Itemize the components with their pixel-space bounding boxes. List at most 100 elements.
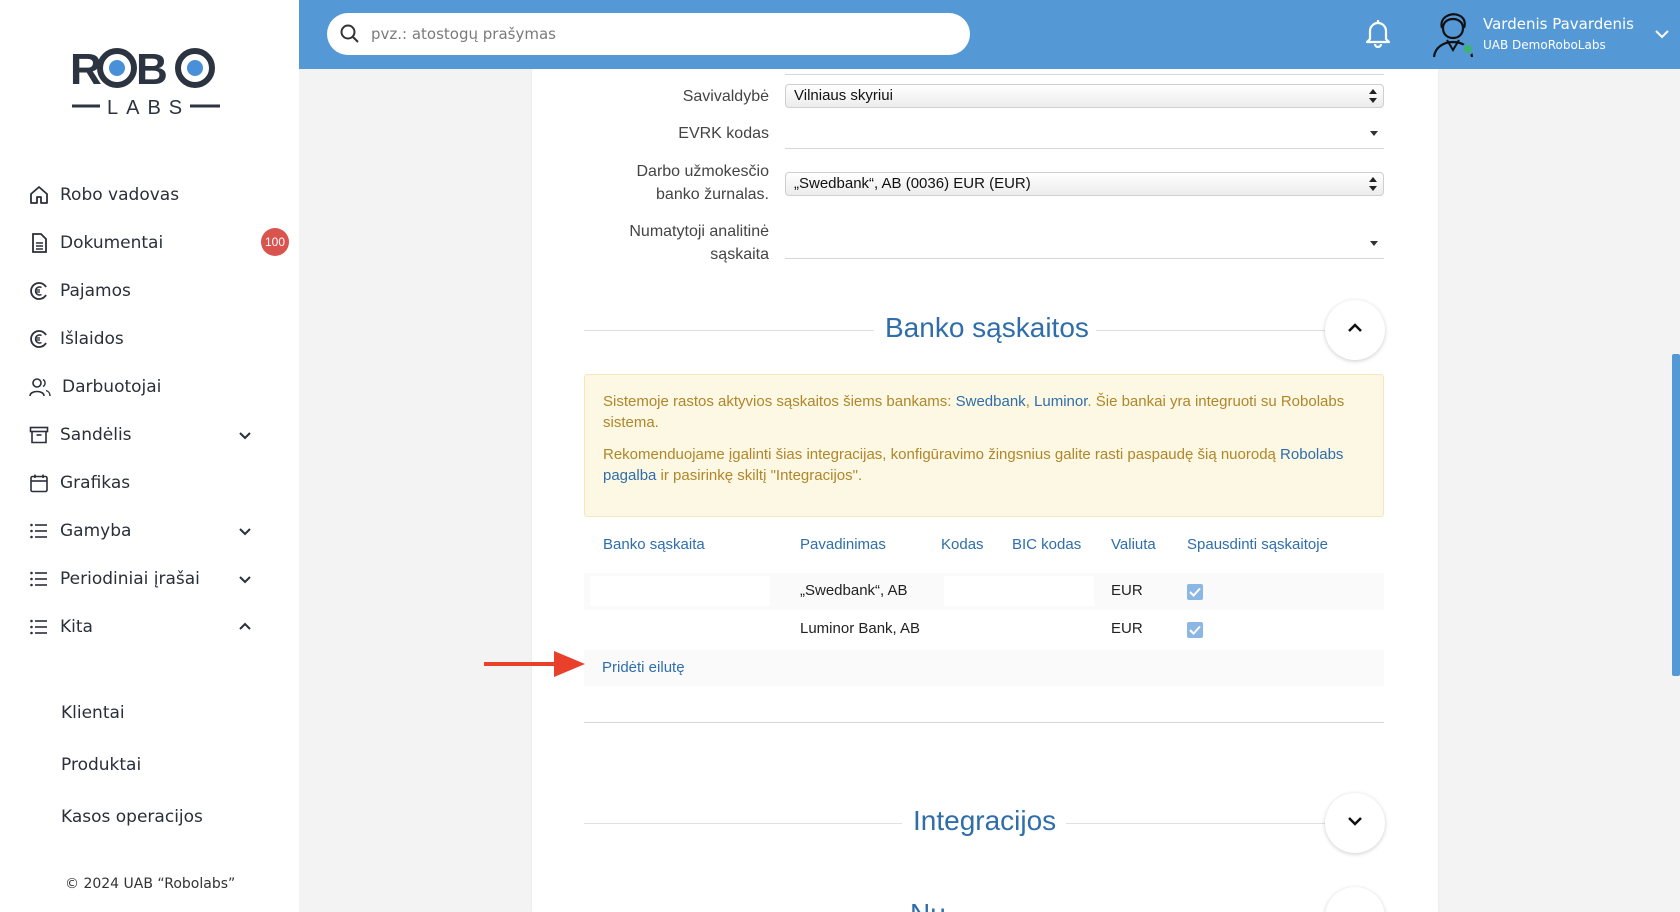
list-icon — [28, 616, 50, 638]
table-row[interactable]: Luminor Bank, AB EUR — [584, 611, 1384, 648]
euro-coin-icon — [28, 280, 50, 302]
bank-name-cell: Luminor Bank, AB — [800, 620, 921, 637]
sidebar-item-label: Grafikas — [60, 473, 131, 493]
sidebar-item-label: Kita — [60, 617, 93, 637]
sidebar-subitem-produktai[interactable]: Produktai — [61, 755, 141, 775]
chevron-down-icon[interactable] — [236, 570, 254, 588]
sidebar-item-label: Sandėlis — [60, 425, 132, 445]
sidebar-subitem-klientai[interactable]: Klientai — [61, 703, 125, 723]
top-header: Vardenis Pavardenis UAB DemoRoboLabs — [299, 0, 1680, 69]
divider — [1066, 823, 1326, 824]
sidebar-item-robo-vadovas[interactable]: Robo vadovas — [28, 178, 290, 212]
sidebar-item-periodiniai-irasai[interactable]: Periodiniai įrašai — [28, 562, 290, 596]
search-bar[interactable] — [327, 13, 970, 55]
sidebar-item-label: Periodiniai įrašai — [60, 569, 200, 589]
user-company[interactable]: UAB DemoRoboLabs — [1483, 38, 1606, 52]
column-header-code[interactable]: Kodas — [941, 536, 984, 553]
savivaldybe-select[interactable]: Vilniaus skyriui — [785, 84, 1384, 108]
sidebar-item-label: Pajamos — [60, 281, 131, 301]
sidebar-item-gamyba[interactable]: Gamyba — [28, 514, 290, 548]
chevron-down-icon[interactable] — [1653, 26, 1671, 42]
evrk-select[interactable] — [785, 119, 1384, 149]
list-icon — [28, 520, 50, 542]
column-header-currency[interactable]: Valiuta — [1111, 536, 1156, 553]
alert-text: Rekomenduojame įgalinti šias integracija… — [603, 446, 1281, 463]
caret-down-icon — [1370, 241, 1378, 246]
swedbank-link[interactable]: Swedbank — [956, 393, 1026, 410]
sidebar-item-darbuotojai[interactable]: Darbuotojai — [28, 370, 290, 404]
print-on-invoice-checkbox[interactable] — [1187, 584, 1203, 600]
sidebar-item-kita[interactable]: Kita — [28, 610, 290, 644]
users-icon — [28, 376, 52, 398]
sidebar: R B LABS Robo vadovas Dokumentai 100 Paj… — [0, 0, 299, 912]
sidebar-item-label: Dokumentai — [60, 233, 164, 253]
expand-next-section-button[interactable] — [1325, 887, 1385, 912]
bell-icon[interactable] — [1364, 18, 1392, 49]
column-header-bank-account[interactable]: Banko sąskaita — [603, 536, 705, 553]
section-title-next: Nu... — [910, 898, 969, 912]
sidebar-item-label: Gamyba — [60, 521, 132, 541]
bank-code-cell[interactable] — [944, 576, 1094, 606]
sidebar-item-islaidos[interactable]: Išlaidos — [28, 322, 290, 356]
section-title-bank-accounts: Banko sąskaitos — [885, 312, 1089, 343]
company-settings-panel: Savivaldybė Vilniaus skyriui EVRK kodas … — [532, 69, 1438, 912]
scrollbar-thumb[interactable] — [1672, 354, 1680, 676]
sidebar-subitem-kasos-operacijos[interactable]: Kasos operacijos — [61, 807, 203, 827]
sidebar-item-pajamos[interactable]: Pajamos — [28, 274, 290, 308]
home-icon — [28, 184, 50, 206]
documents-count-badge: 100 — [261, 228, 289, 256]
savivaldybe-value: Vilniaus skyriui — [794, 87, 893, 104]
divider — [584, 722, 1384, 723]
caret-down-icon — [1370, 131, 1378, 136]
currency-cell: EUR — [1111, 620, 1143, 637]
svg-text:R: R — [70, 46, 101, 94]
table-row[interactable]: „Swedbank“, AB EUR — [584, 573, 1384, 610]
red-arrow-annotation — [484, 649, 586, 679]
bank-integration-alert: Sistemoje rastos aktyvios sąskaitos šiem… — [584, 374, 1384, 517]
svg-text:LABS: LABS — [107, 97, 190, 119]
divider — [584, 330, 874, 331]
column-header-bic[interactable]: BIC kodas — [1012, 536, 1081, 553]
chevron-up-icon — [1347, 321, 1363, 339]
search-input[interactable] — [371, 25, 931, 43]
section-title-integrations: Integracijos — [913, 805, 1057, 836]
luminor-link[interactable]: Luminor — [1034, 393, 1087, 410]
alert-paragraph-2: Rekomenduojame įgalinti šias integracija… — [603, 444, 1365, 486]
bank-name-cell: „Swedbank“, AB — [800, 582, 908, 599]
robolabs-logo[interactable]: R B LABS — [70, 45, 225, 122]
salary-journal-label-line1: Darbo užmokesčio — [636, 163, 770, 180]
collapse-bank-accounts-button[interactable] — [1325, 300, 1385, 360]
list-icon — [28, 568, 50, 590]
alert-text: , — [1025, 393, 1035, 410]
add-row-link[interactable]: Pridėti eilutę — [602, 659, 685, 676]
alert-paragraph-1: Sistemoje rastos aktyvios sąskaitos šiem… — [603, 391, 1365, 433]
bank-account-cell[interactable] — [590, 576, 770, 606]
salary-journal-select[interactable]: „Swedbank“, AB (0036) EUR (EUR) — [785, 172, 1384, 196]
evrk-label: EVRK kodas — [678, 125, 769, 142]
svg-text:B: B — [136, 46, 168, 94]
sidebar-item-label: Robo vadovas — [60, 185, 180, 205]
analytic-account-label: Numatytoji analitinė sąskaita — [629, 220, 769, 266]
divider — [1096, 330, 1326, 331]
chevron-down-icon[interactable] — [236, 522, 254, 540]
user-name[interactable]: Vardenis Pavardenis — [1483, 15, 1634, 33]
sidebar-item-sandelis[interactable]: Sandėlis — [28, 418, 290, 452]
print-on-invoice-checkbox[interactable] — [1187, 622, 1203, 638]
salary-journal-label-line2: banko žurnalas. — [656, 186, 769, 203]
salary-journal-label: Darbo užmokesčio banko žurnalas. — [637, 160, 770, 206]
sidebar-item-grafikas[interactable]: Grafikas — [28, 466, 290, 500]
chevron-down-icon[interactable] — [236, 426, 254, 444]
document-icon — [28, 232, 50, 254]
add-row-container: Pridėti eilutę — [584, 650, 1384, 686]
copyright-text: © 2024 UAB “Robolabs” — [65, 876, 236, 892]
analytic-account-label-line2: sąskaita — [710, 246, 769, 263]
online-status-dot — [1462, 43, 1474, 55]
analytic-account-select[interactable] — [785, 219, 1384, 259]
sidebar-item-label: Išlaidos — [60, 329, 124, 349]
column-header-name[interactable]: Pavadinimas — [800, 536, 886, 553]
savivaldybe-label: Savivaldybė — [682, 88, 769, 105]
column-header-print-on-invoice[interactable]: Spausdinti sąskaitoje — [1187, 536, 1328, 553]
chevron-up-icon[interactable] — [236, 618, 254, 636]
expand-integrations-button[interactable] — [1325, 793, 1385, 853]
sidebar-item-dokumentai[interactable]: Dokumentai 100 — [28, 226, 290, 260]
